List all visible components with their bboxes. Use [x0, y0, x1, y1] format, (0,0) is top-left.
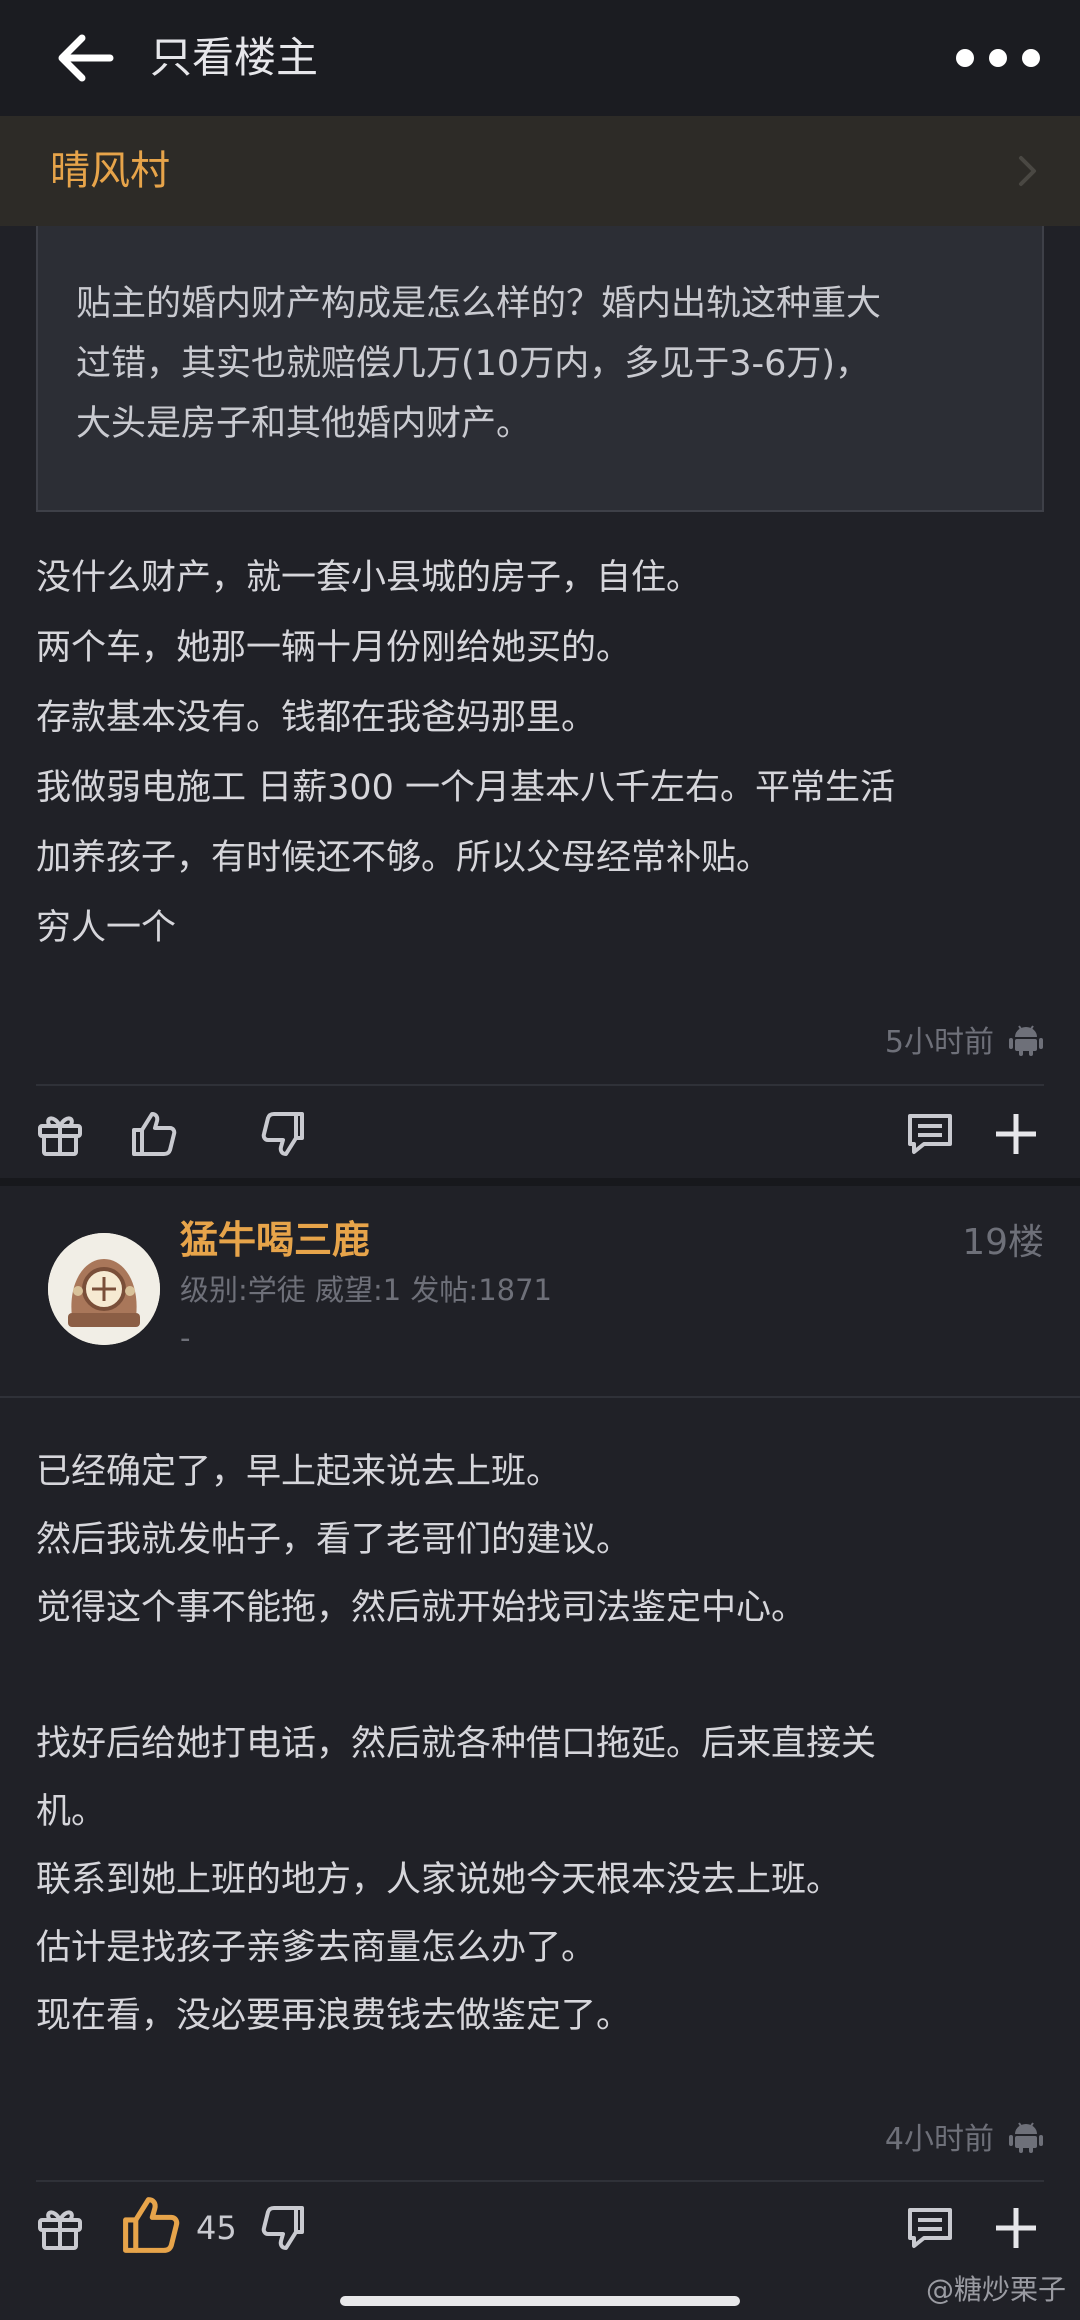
avatar[interactable]: [48, 1233, 160, 1345]
post-line: 机。: [36, 1792, 107, 1832]
post-line: 然后我就发帖子，看了老哥们的建议。: [36, 1520, 632, 1560]
user-stats: 级别:学徒 威望:1 发帖:1871: [180, 1273, 553, 1307]
post-body: 已经确定了，早上起来说去上班。 然后我就发帖子，看了老哥们的建议。 觉得这个事不…: [36, 1438, 1046, 2050]
post-line: 没什么财产，就一套小县城的房子，自住。: [36, 558, 702, 598]
post-line: 找好后给她打电话，然后就各种借口拖延。后来直接关: [36, 1724, 877, 1764]
plus-icon[interactable]: [990, 2202, 1042, 2254]
diving-helmet-icon: [48, 1233, 160, 1345]
gift-icon[interactable]: [34, 2202, 86, 2254]
dot-icon: [989, 49, 1007, 67]
page-title: 只看楼主: [150, 33, 319, 82]
post-action-row: [0, 1094, 1080, 1174]
post-line: 存款基本没有。钱都在我爸妈那里。: [36, 698, 597, 738]
quote-text: 贴主的婚内财产构成是怎么样的？婚内出轨这种重大 过错，其实也就赔偿几万(10万内…: [76, 274, 1016, 454]
thumbs-down-icon[interactable]: [256, 1108, 308, 1160]
thumbs-down-icon[interactable]: [256, 2202, 308, 2254]
quote-line: 贴主的婚内财产构成是怎么样的？婚内出轨这种重大: [76, 284, 882, 324]
post-time: 4小时前: [884, 2122, 994, 2157]
post-line: 现在看，没必要再浪费钱去做鉴定了。: [36, 1996, 632, 2036]
quoted-reply: 贴主的婚内财产构成是怎么样的？婚内出轨这种重大 过错，其实也就赔偿几万(10万内…: [36, 226, 1044, 512]
post-time: 5小时前: [884, 1025, 994, 1060]
post-line: 我做弱电施工 日薪300 一个月基本八千左右。平常生活: [36, 768, 896, 808]
post-body: 没什么财产，就一套小县城的房子，自住。 两个车，她那一辆十月份刚给她买的。 存款…: [36, 543, 1046, 963]
post-action-row: 45: [0, 2188, 1080, 2268]
android-icon: [1009, 2122, 1043, 2153]
user-signature: -: [180, 1321, 191, 1355]
dot-icon: [956, 49, 974, 67]
post-line: 两个车，她那一辆十月份刚给她买的。: [36, 628, 632, 668]
quote-line: 过错，其实也就赔偿几万(10万内，多见于3-6万)，: [76, 344, 871, 384]
top-bar: 只看楼主: [0, 0, 1080, 116]
comment-icon[interactable]: [904, 2202, 956, 2254]
android-icon: [1009, 1025, 1043, 1056]
dot-icon: [1022, 49, 1040, 67]
forum-bar[interactable]: 晴风村: [0, 116, 1080, 226]
divider: [36, 2180, 1044, 2182]
forum-name[interactable]: 晴风村: [50, 144, 170, 198]
divider: [36, 1084, 1044, 1086]
post-time-row: 4小时前: [885, 2114, 1044, 2158]
divider: [0, 1396, 1080, 1398]
post-line: 加养孩子，有时候还不够。所以父母经常补贴。: [36, 838, 772, 878]
post-line: 穷人一个: [36, 908, 177, 948]
more-options-button[interactable]: [956, 44, 1040, 72]
thumbs-up-icon[interactable]: [128, 1108, 180, 1160]
post-line: 估计是找孩子亲爹去商量怎么办了。: [36, 1928, 597, 1968]
comment-icon[interactable]: [904, 1108, 956, 1160]
like-count: 45: [196, 2209, 237, 2247]
gift-icon[interactable]: [34, 1108, 86, 1160]
back-arrow-icon[interactable]: [52, 28, 116, 88]
floor-number: 19楼: [962, 1222, 1044, 1263]
watermark: @糖炒栗子: [925, 2273, 1066, 2306]
quote-line: 大头是房子和其他婚内财产。: [76, 404, 532, 444]
post-time-row: 5小时前: [885, 1017, 1044, 1061]
post-line: 觉得这个事不能拖，然后就开始找司法鉴定中心。: [36, 1588, 807, 1628]
post-line: [36, 1642, 1046, 1710]
username[interactable]: 猛牛喝三鹿: [180, 1212, 370, 1268]
chevron-right-icon: [1019, 156, 1036, 186]
home-indicator[interactable]: [340, 2296, 740, 2306]
post-line: 已经确定了，早上起来说去上班。: [36, 1452, 562, 1492]
section-separator: [0, 1178, 1080, 1186]
post-line: 联系到她上班的地方，人家说她今天根本没去上班。: [36, 1860, 842, 1900]
thumbs-up-icon[interactable]: [118, 2192, 184, 2258]
plus-icon[interactable]: [990, 1108, 1042, 1160]
